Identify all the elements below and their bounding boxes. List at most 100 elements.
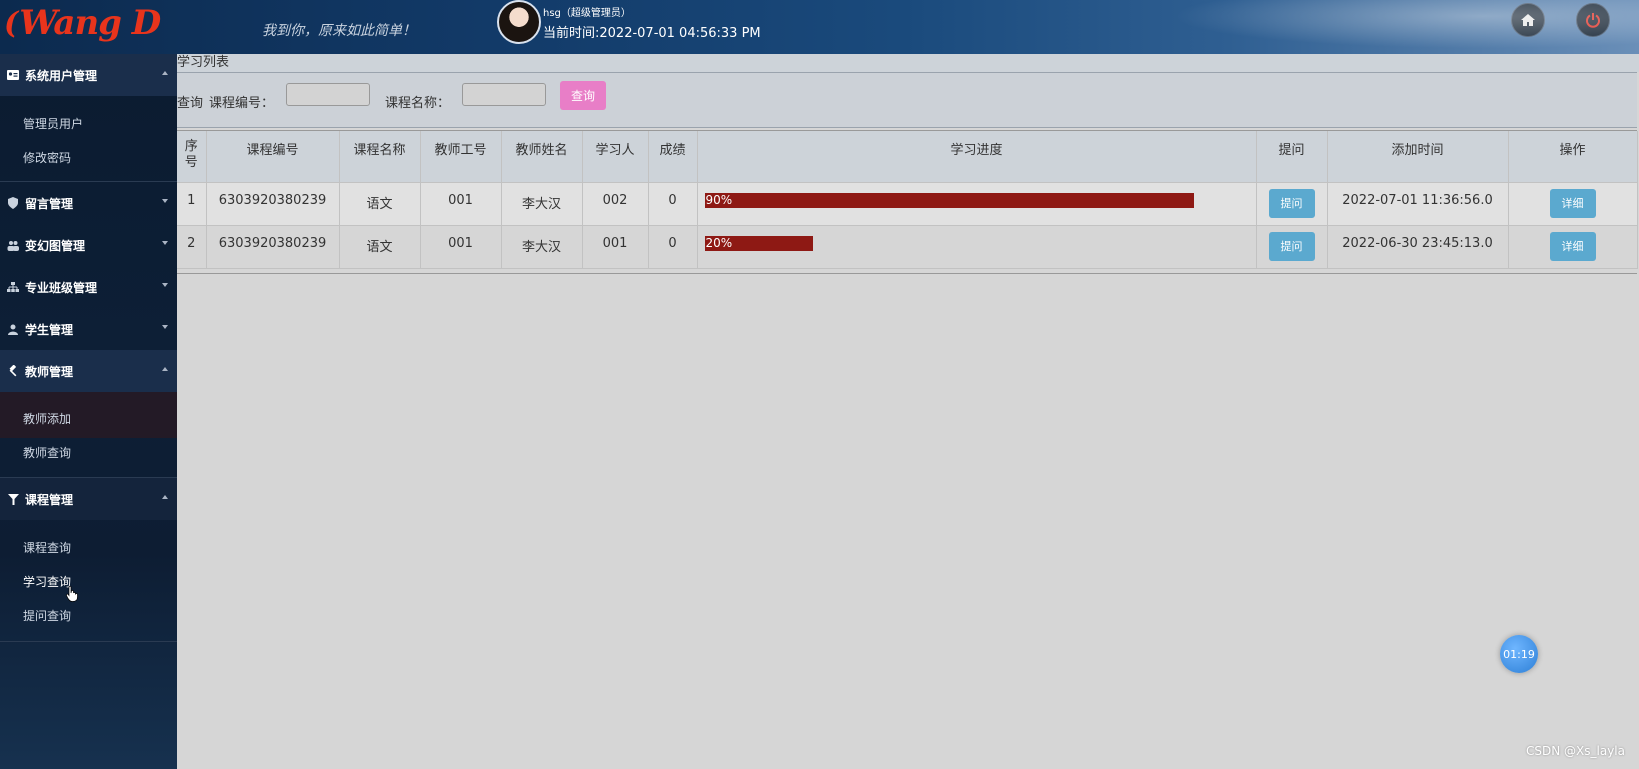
cell-teacher-name: 李大汉 xyxy=(501,225,583,269)
table-bottom-border xyxy=(177,273,1637,274)
cell-progress: 90% xyxy=(697,182,1257,226)
chevron-down-icon xyxy=(162,241,168,245)
chevron-down-icon xyxy=(162,325,168,329)
gavel-icon xyxy=(6,364,20,378)
menu-group-slideshow[interactable]: 变幻图管理 xyxy=(0,224,177,266)
col-header-learner: 学习人 xyxy=(582,131,649,183)
progress-bar: 20% xyxy=(704,235,814,251)
progress-bar: 90% xyxy=(704,192,1195,208)
chevron-up-icon xyxy=(162,367,168,371)
current-time: 当前时间:2022-07-01 04:56:33 PM xyxy=(543,26,761,41)
menu-group-majors-classes[interactable]: 专业班级管理 xyxy=(0,266,177,308)
cell-seq: 2 xyxy=(177,225,207,269)
course-name-input[interactable] xyxy=(462,83,546,106)
logout-button[interactable] xyxy=(1576,3,1610,37)
menu-group-teachers[interactable]: 教师管理 xyxy=(0,350,177,392)
col-header-ask: 提问 xyxy=(1256,131,1328,183)
sidebar-item-study-query[interactable]: 学习查询 xyxy=(23,573,71,590)
sidebar-item-teacher-query[interactable]: 教师查询 xyxy=(23,444,71,461)
filter-icon xyxy=(6,492,20,506)
chevron-down-icon xyxy=(162,199,168,203)
timer-badge[interactable]: 01:19 xyxy=(1500,635,1538,673)
course-name-label: 课程名称： xyxy=(385,96,451,111)
id-card-icon xyxy=(6,68,20,82)
menu-group-label: 课程管理 xyxy=(25,492,74,507)
detail-button[interactable]: 详细 xyxy=(1549,231,1596,261)
power-icon xyxy=(1586,13,1600,28)
study-table: 序号 课程编号 课程名称 教师工号 教师姓名 学习人 成绩 学习进度 提问 添加… xyxy=(177,130,1638,269)
home-icon xyxy=(1521,14,1535,26)
cell-action: 详细 xyxy=(1508,182,1638,226)
user-icon xyxy=(6,322,20,336)
cell-progress: 20% xyxy=(697,225,1257,269)
watermark: CSDN @Xs_layla xyxy=(1526,744,1625,758)
user-name: hsg（超级管理员） xyxy=(543,8,631,19)
cell-ask: 提问 xyxy=(1256,225,1328,269)
sidebar-item-question-query[interactable]: 提问查询 xyxy=(23,607,71,624)
cell-teacher-name: 李大汉 xyxy=(501,182,583,226)
users-icon xyxy=(6,238,20,252)
search-form: 查询 课程编号： 课程名称： 查询 xyxy=(177,72,1637,128)
menu-group-label: 留言管理 xyxy=(25,196,74,211)
cell-added-time: 2022-06-30 23:45:13.0 xyxy=(1327,225,1509,269)
sidebar-item-course-query[interactable]: 课程查询 xyxy=(23,539,71,556)
search-button[interactable]: 查询 xyxy=(560,81,606,110)
course-no-label: 课程编号： xyxy=(209,96,275,111)
cell-course-no: 6303920380239 xyxy=(206,182,340,226)
course-no-input[interactable] xyxy=(286,83,370,106)
col-header-teacher-no: 教师工号 xyxy=(420,131,502,183)
col-header-score: 成绩 xyxy=(648,131,698,183)
home-button[interactable] xyxy=(1511,3,1545,37)
menu-group-label: 系统用户管理 xyxy=(25,68,98,83)
header-text: 序号 xyxy=(184,139,198,170)
cell-ask: 提问 xyxy=(1256,182,1328,226)
cell-teacher-no: 001 xyxy=(420,225,502,269)
cell-course-name: 语文 xyxy=(339,225,421,269)
sidebar-item-change-password[interactable]: 修改密码 xyxy=(23,149,71,166)
detail-button[interactable]: 详细 xyxy=(1549,188,1596,218)
menu-group-label: 学生管理 xyxy=(25,322,74,337)
sidebar: 系统用户管理 管理员用户 修改密码 留言管理 变幻图管理 专业班级管理 学生管理… xyxy=(0,54,177,769)
hand-cursor-icon xyxy=(66,585,78,606)
top-header: (Wang D 我到你，原来如此简单！ hsg（超级管理员） 当前时间:2022… xyxy=(0,0,1639,54)
cell-action: 详细 xyxy=(1508,225,1638,269)
slogan: 我到你，原来如此简单！ xyxy=(262,23,416,39)
col-header-seq: 序号 xyxy=(177,131,207,183)
menu-group-messages[interactable]: 留言管理 xyxy=(0,182,177,224)
cell-learner: 002 xyxy=(582,182,649,226)
cell-course-no: 6303920380239 xyxy=(206,225,340,269)
menu-group-label: 变幻图管理 xyxy=(25,238,86,253)
search-prefix-label: 查询 xyxy=(177,96,204,111)
col-header-progress: 学习进度 xyxy=(697,131,1257,183)
chevron-down-icon xyxy=(162,283,168,287)
col-header-course-no: 课程编号 xyxy=(206,131,340,183)
cell-added-time: 2022-07-01 11:36:56.0 xyxy=(1327,182,1509,226)
divider xyxy=(0,641,177,642)
shield-icon xyxy=(6,196,20,210)
col-header-course-name: 课程名称 xyxy=(339,131,421,183)
menu-group-students[interactable]: 学生管理 xyxy=(0,308,177,350)
table-header-row: 序号 课程编号 课程名称 教师工号 教师姓名 学习人 成绩 学习进度 提问 添加… xyxy=(177,131,1638,183)
table-row: 1 6303920380239 语文 001 李大汉 002 0 90% 提问 … xyxy=(177,182,1638,226)
menu-group-label: 专业班级管理 xyxy=(25,280,98,295)
breadcrumb: 学习列表 xyxy=(177,54,1639,72)
cell-teacher-no: 001 xyxy=(420,182,502,226)
ask-button[interactable]: 提问 xyxy=(1268,231,1315,261)
table-row: 2 6303920380239 语文 001 李大汉 001 0 20% 提问 … xyxy=(177,225,1638,269)
main-content: 学习列表 查询 课程编号： 课程名称： 查询 序号 课程编号 课程名称 教师工号… xyxy=(177,54,1639,769)
menu-group-system-users[interactable]: 系统用户管理 xyxy=(0,54,177,96)
col-header-action: 操作 xyxy=(1508,131,1638,183)
cell-score: 0 xyxy=(648,182,698,226)
sitemap-icon xyxy=(6,280,20,294)
sidebar-item-teacher-add[interactable]: 教师添加 xyxy=(23,410,71,427)
cell-seq: 1 xyxy=(177,182,207,226)
chevron-up-icon xyxy=(162,495,168,499)
sidebar-item-admin-users[interactable]: 管理员用户 xyxy=(23,115,83,132)
ask-button[interactable]: 提问 xyxy=(1268,188,1315,218)
avatar xyxy=(497,0,541,44)
menu-group-courses[interactable]: 课程管理 xyxy=(0,478,177,520)
logo: (Wang D xyxy=(4,3,161,43)
cell-learner: 001 xyxy=(582,225,649,269)
menu-group-label: 教师管理 xyxy=(25,364,74,379)
cell-course-name: 语文 xyxy=(339,182,421,226)
